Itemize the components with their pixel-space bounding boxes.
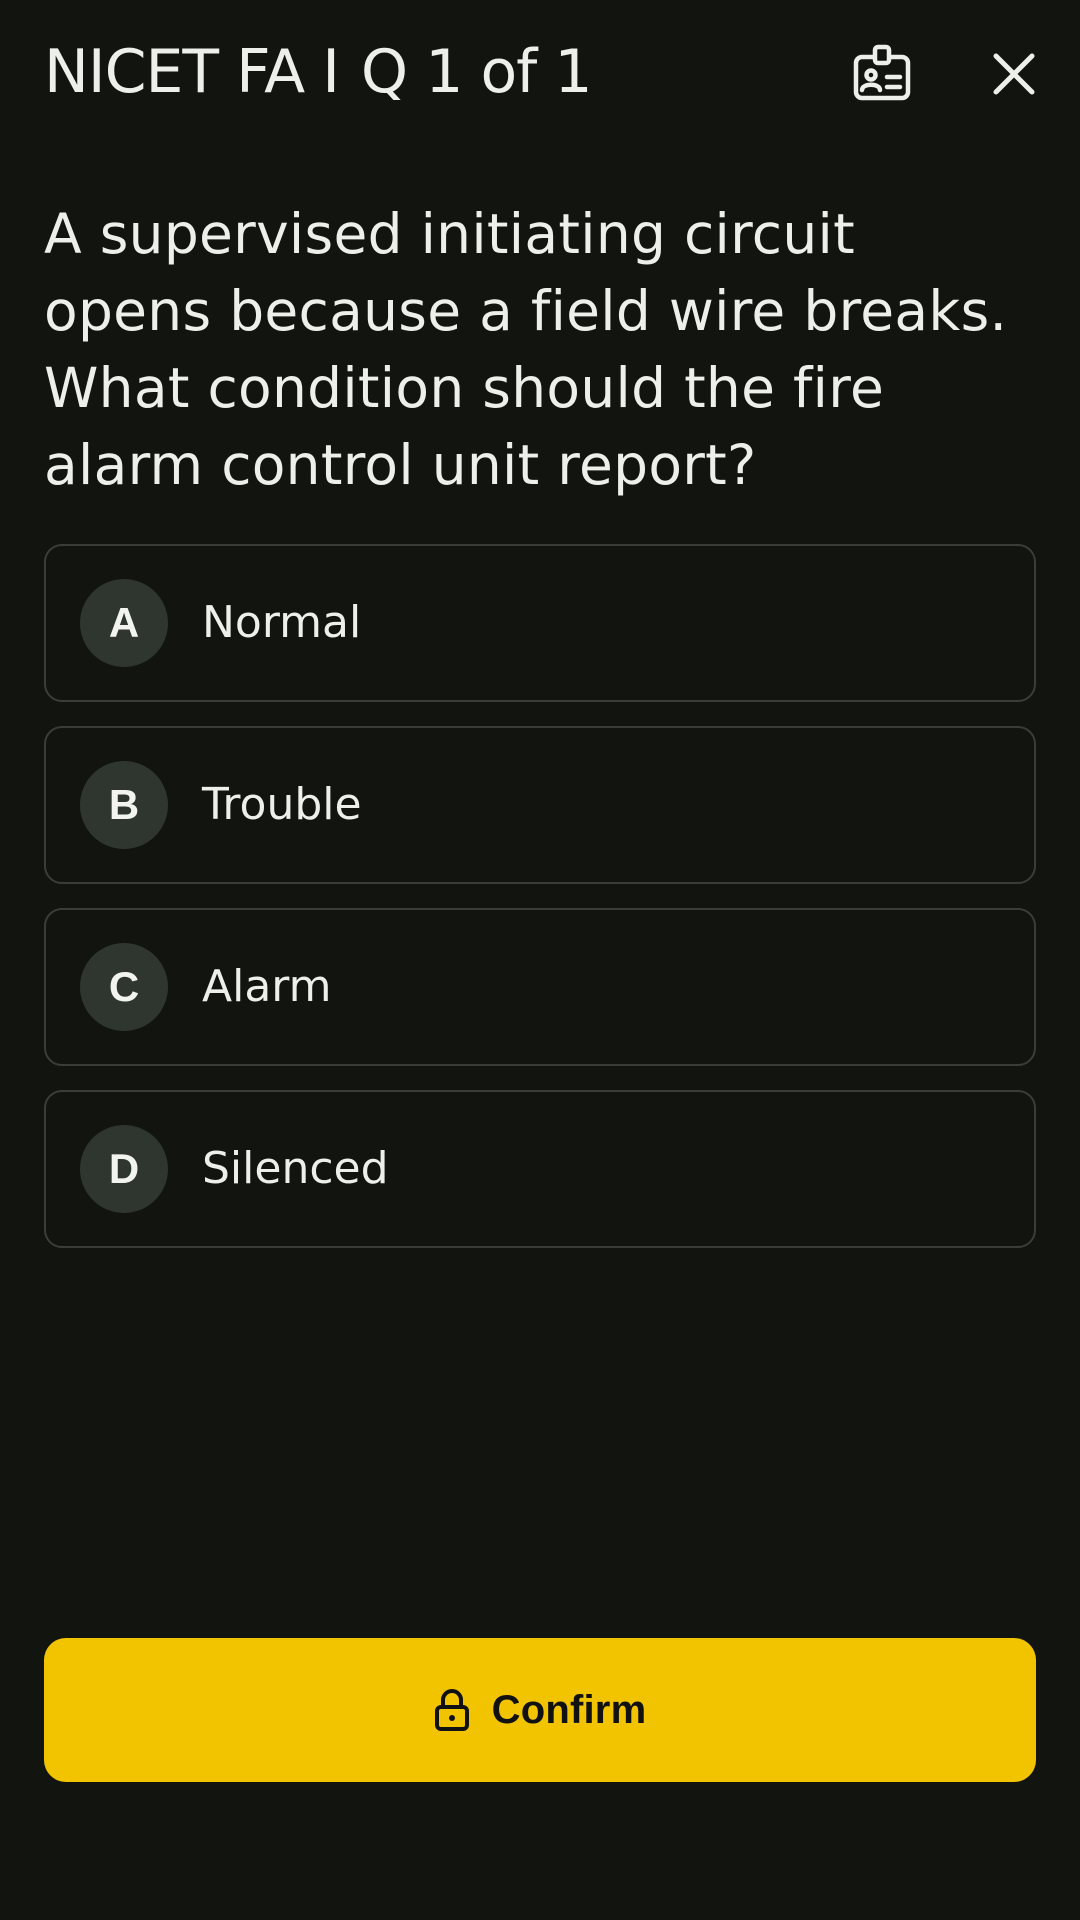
option-text: Alarm — [202, 961, 332, 1012]
option-letter: B — [80, 761, 168, 849]
option-text: Silenced — [202, 1143, 389, 1194]
close-button[interactable] — [978, 38, 1050, 110]
option-letter: C — [80, 943, 168, 1031]
lock-icon — [434, 1689, 469, 1731]
exam-name: NICET FA I — [44, 37, 340, 107]
question-text: A supervised initiating circuit opens be… — [44, 202, 1008, 497]
option-d[interactable]: D Silenced — [44, 1090, 1036, 1248]
answer-options: A Normal B Trouble C Alarm D Silenced — [44, 544, 1036, 1272]
option-b[interactable]: B Trouble — [44, 726, 1036, 884]
close-icon — [993, 53, 1035, 95]
id-badge-button[interactable] — [846, 38, 918, 110]
question-progress: Q 1 of 1 — [360, 37, 593, 107]
option-text: Normal — [202, 597, 362, 648]
confirm-content: Confirm — [434, 1688, 647, 1733]
option-letter: A — [80, 579, 168, 667]
confirm-button[interactable]: Confirm — [44, 1638, 1036, 1782]
option-text: Trouble — [202, 779, 362, 830]
option-c[interactable]: C Alarm — [44, 908, 1036, 1066]
option-letter: D — [80, 1125, 168, 1213]
option-a[interactable]: A Normal — [44, 544, 1036, 702]
page-title: NICET FA I Q 1 of 1 — [44, 36, 593, 108]
confirm-label: Confirm — [491, 1687, 647, 1732]
header: NICET FA I Q 1 of 1 — [0, 0, 1080, 145]
id-badge-icon — [853, 44, 911, 101]
